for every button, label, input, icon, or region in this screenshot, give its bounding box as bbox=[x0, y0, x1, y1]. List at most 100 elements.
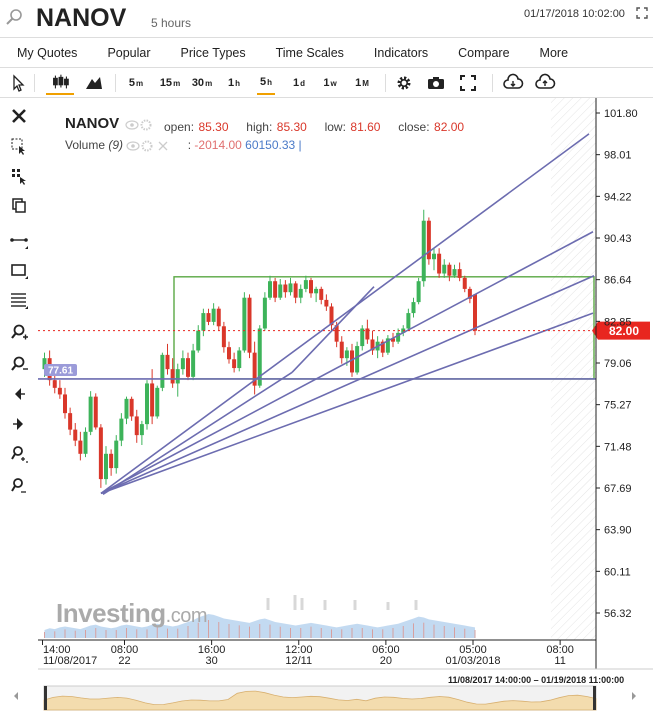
hatch-fill bbox=[551, 98, 596, 640]
candle bbox=[221, 321, 226, 353]
candle-body bbox=[129, 398, 134, 417]
high-label: high: bbox=[246, 120, 273, 134]
interval-5m[interactable]: 5m bbox=[127, 71, 145, 95]
expand-icon[interactable] bbox=[635, 6, 649, 20]
candle bbox=[406, 308, 411, 331]
horizontal-line[interactable]: 77.61 bbox=[38, 363, 596, 380]
menu-item-compare[interactable]: Compare bbox=[443, 38, 524, 67]
menu-item-my-quotes[interactable]: My Quotes bbox=[0, 38, 92, 67]
volume-value-1: -2014.00 bbox=[194, 138, 242, 152]
menu-item-price-types[interactable]: Price Types bbox=[166, 38, 261, 67]
candle-body bbox=[457, 269, 462, 278]
interval-1M[interactable]: 1M bbox=[353, 71, 371, 95]
candle bbox=[467, 286, 472, 304]
candle-body bbox=[344, 350, 349, 359]
rectangle-annotation[interactable] bbox=[173, 276, 595, 380]
menu-item-time-scales[interactable]: Time Scales bbox=[261, 38, 359, 67]
gear-icon[interactable] bbox=[394, 71, 414, 95]
volume-eye-icons[interactable] bbox=[126, 140, 184, 152]
top-bar: NANOV 5 hours 01/17/2018 10:02:00 bbox=[0, 0, 653, 38]
range-navigator[interactable] bbox=[14, 685, 636, 711]
candle-body bbox=[139, 424, 144, 436]
candle-body bbox=[242, 297, 247, 351]
volume-label: Volume bbox=[65, 138, 106, 152]
candle-body bbox=[237, 350, 242, 369]
candle bbox=[293, 281, 298, 304]
candle-body bbox=[309, 280, 313, 294]
candle bbox=[365, 319, 370, 344]
candle bbox=[206, 308, 211, 326]
candle-body bbox=[232, 359, 237, 369]
candle bbox=[442, 259, 447, 278]
high-value: 85.30 bbox=[276, 120, 307, 134]
cursor-icon[interactable] bbox=[8, 71, 28, 95]
candle bbox=[242, 292, 247, 353]
volume-value-2: 60150.33 bbox=[245, 138, 296, 152]
fullscreen-icon[interactable] bbox=[458, 71, 478, 95]
candle-body bbox=[196, 330, 201, 351]
candle bbox=[314, 286, 319, 303]
candle-body bbox=[88, 396, 93, 432]
interval-1d[interactable]: 1d bbox=[290, 71, 308, 95]
close-value: 82.00 bbox=[434, 120, 465, 134]
interval-1h[interactable]: 1h bbox=[225, 71, 243, 95]
interval-5h[interactable]: 5h bbox=[257, 71, 275, 95]
camera-icon[interactable] bbox=[426, 71, 446, 95]
y-tick-label: 90.43 bbox=[604, 233, 632, 245]
menu-item-popular[interactable]: Popular bbox=[92, 38, 165, 67]
candle bbox=[385, 335, 390, 355]
candle bbox=[63, 387, 67, 419]
candle-body bbox=[273, 281, 278, 298]
candle-body bbox=[109, 453, 114, 469]
candle-body bbox=[104, 453, 108, 480]
open-label: open: bbox=[164, 120, 195, 134]
candle-body bbox=[57, 387, 62, 395]
interval-number: 30 bbox=[191, 77, 205, 89]
range-label: 11/08/2017 14:00:00 – 01/19/2018 11:00:0… bbox=[448, 675, 625, 685]
candle bbox=[88, 391, 93, 436]
interval-unit: w bbox=[330, 78, 337, 88]
candle bbox=[411, 297, 416, 318]
interval-1w[interactable]: 1w bbox=[321, 71, 339, 95]
candle bbox=[452, 264, 457, 278]
candle-body bbox=[83, 431, 88, 454]
candle-body bbox=[227, 347, 231, 360]
watermark-suffix: .com bbox=[165, 605, 208, 627]
candle-body bbox=[124, 398, 129, 419]
candle bbox=[268, 275, 272, 300]
candle-body bbox=[314, 288, 319, 294]
candle-body bbox=[437, 253, 442, 274]
candlestick-chart-icon[interactable] bbox=[46, 71, 74, 95]
legend-eye-icons[interactable] bbox=[125, 119, 167, 131]
menu-item-more[interactable]: More bbox=[525, 38, 583, 67]
toolbar-divider bbox=[115, 74, 116, 92]
candle bbox=[329, 303, 334, 331]
candle bbox=[309, 277, 313, 298]
candle-body bbox=[447, 264, 452, 276]
candle bbox=[262, 292, 267, 331]
candle-body bbox=[150, 383, 155, 417]
trend-lines[interactable] bbox=[100, 133, 595, 496]
horizontal-line-label: 77.61 bbox=[48, 365, 73, 376]
volume-legend: Volume (9) : -2014.00 60150.33 | bbox=[65, 138, 302, 152]
candle bbox=[139, 420, 144, 446]
y-tick-label: 63.90 bbox=[604, 525, 632, 537]
candle bbox=[273, 277, 278, 303]
interval-30m[interactable]: 30 m bbox=[190, 71, 214, 95]
candle-body bbox=[68, 413, 73, 430]
interval-unit: h bbox=[235, 78, 240, 88]
interval-15m[interactable]: 15 m bbox=[158, 71, 182, 95]
cloud-download-icon[interactable] bbox=[502, 71, 524, 95]
cloud-upload-icon[interactable] bbox=[534, 71, 556, 95]
candle-body bbox=[165, 354, 170, 370]
candle-body bbox=[191, 350, 196, 377]
interval-number: 5 bbox=[128, 77, 135, 89]
candle bbox=[462, 275, 467, 293]
search-icon[interactable] bbox=[4, 7, 24, 27]
candle bbox=[391, 332, 395, 348]
ohlc-values: open: 85.30 high: 85.30 low: 81.60 close… bbox=[164, 118, 464, 136]
menu-item-indicators[interactable]: Indicators bbox=[359, 38, 443, 67]
area-chart-icon[interactable] bbox=[82, 71, 106, 95]
candle-body bbox=[175, 369, 180, 384]
candle bbox=[426, 217, 431, 265]
